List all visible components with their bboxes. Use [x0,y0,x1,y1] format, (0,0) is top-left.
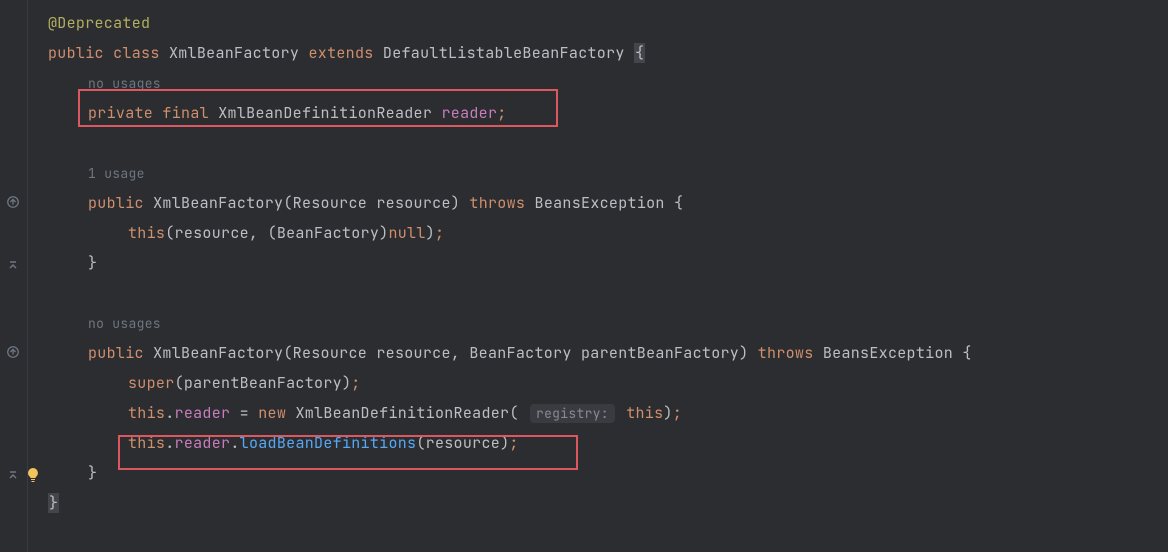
code-area[interactable]: @Deprecated public class XmlBeanFactory … [28,0,972,552]
usage-hint[interactable]: no usages [88,75,161,92]
usage-hint[interactable]: no usages [88,315,161,332]
arg: resource [426,433,500,453]
keyword-class: class [113,43,160,63]
keyword-this: this [626,403,663,423]
override-icon[interactable] [4,193,22,211]
constructor-name: XmlBeanFactory [153,343,283,363]
keyword-public: public [88,343,144,363]
param-name: resource [376,193,450,213]
param-type: BeanFactory [469,343,571,363]
keyword-extends: extends [308,43,373,63]
method-call: loadBeanDefinitions [240,433,417,453]
class-name: XmlBeanFactory [169,43,299,63]
keyword-this: this [128,223,165,243]
field-name: reader [441,103,497,123]
type-name: XmlBeanDefinitionReader [295,403,509,423]
field-type: XmlBeanDefinitionReader [218,103,432,123]
exception-type: BeansException [823,343,953,363]
arg: resource [175,223,249,243]
keyword-this: this [128,403,165,423]
keyword-throws: throws [758,343,814,363]
annotation: @Deprecated [48,13,150,33]
close-brace: } [88,463,97,483]
keyword-new: new [258,403,286,423]
keyword-private: private [88,103,153,123]
arg: parentBeanFactory [184,373,342,393]
param-type: Resource [293,193,367,213]
keyword-this: this [128,433,165,453]
keyword-final: final [162,103,209,123]
open-brace: { [634,43,645,63]
semicolon: ; [497,103,506,123]
constructor-name: XmlBeanFactory [153,193,283,213]
lightbulb-icon[interactable] [24,466,42,484]
open-brace: { [962,343,971,363]
cast: (BeanFactory) [268,223,389,243]
field-ref: reader [175,403,231,423]
super-class: DefaultListableBeanFactory [383,43,625,63]
param-type: Resource [293,343,367,363]
keyword-null: null [388,223,425,243]
field-ref: reader [175,433,231,453]
param-name: parentBeanFactory [581,343,739,363]
usage-hint[interactable]: 1 usage [88,165,145,182]
editor-gutter [0,0,28,552]
keyword-throws: throws [469,193,525,213]
keyword-public: public [88,193,144,213]
inlay-hint: registry: [530,404,615,423]
override-icon[interactable] [4,343,22,361]
code-editor[interactable]: @Deprecated public class XmlBeanFactory … [0,0,1168,552]
collapse-icon[interactable] [4,256,22,274]
open-brace: { [674,193,683,213]
param-name: resource [376,343,450,363]
exception-type: BeansException [535,193,665,213]
close-brace: } [48,493,59,513]
collapse-icon[interactable] [4,466,22,484]
keyword-super: super [128,373,175,393]
close-brace: } [88,253,97,273]
keyword-public: public [48,43,104,63]
